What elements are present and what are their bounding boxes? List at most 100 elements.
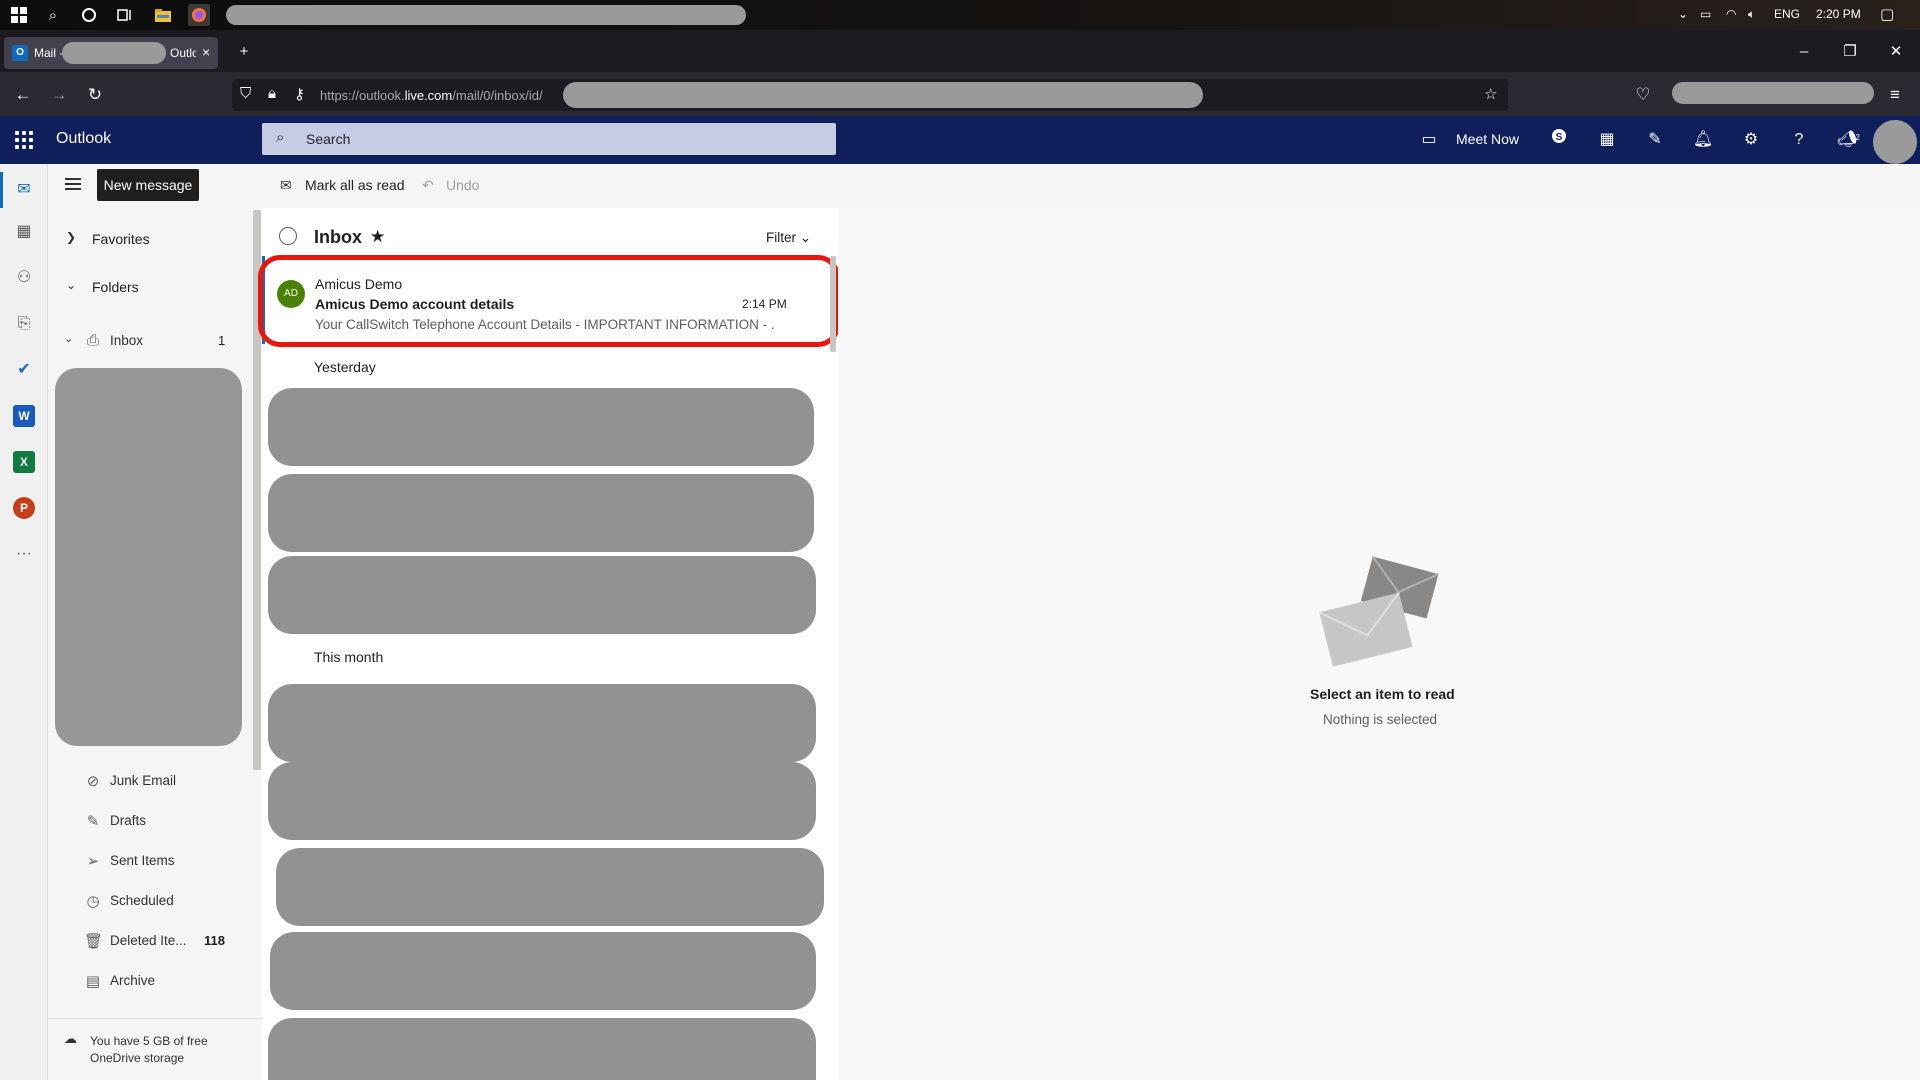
firefox-icon[interactable] [188,4,210,26]
trash-icon: 🗑︎ [84,933,104,950]
excel-icon[interactable]: X [13,451,35,473]
forward-icon[interactable]: → [48,84,70,106]
search-input[interactable]: ⌕ Search [262,123,836,155]
chevron-down-icon: ⌄ [799,230,812,245]
redacted-url [563,82,1203,108]
empty-state-title: Select an item to read [1310,686,1455,702]
windows-start-icon[interactable] [8,4,30,26]
shield-icon[interactable]: ⛉ [240,85,251,102]
undo-icon[interactable]: ↶ [422,177,434,194]
folder-drafts[interactable]: ✎ Drafts [56,804,246,838]
new-tab-button[interactable]: + [226,40,262,64]
bookmark-star-icon[interactable]: ☆ [1484,85,1497,103]
battery-icon[interactable]: ▭ [1700,7,1711,21]
chevron-up-icon[interactable]: ⌄ [1678,7,1688,21]
calendar-icon[interactable]: ▦ [12,220,36,244]
undo-button[interactable]: Undo [446,177,479,193]
folder-sent-items[interactable]: ➢ Sent Items [56,844,246,878]
redacted-folders [55,368,242,746]
word-icon[interactable]: W [13,405,35,427]
reload-icon[interactable]: ↻ [84,84,106,106]
select-all-checkbox[interactable] [279,227,297,245]
gear-icon[interactable]: ⚙ [1738,128,1764,152]
tab-close-icon[interactable]: × [202,44,210,60]
folder-inbox[interactable]: ⌄ ⎙ Inbox 1 [56,324,236,358]
tab-title-suffix: Outlo [170,46,196,60]
onedrive-storage-notice[interactable]: ☁ You have 5 GB of free OneDrive storage [48,1018,262,1080]
wifi-icon[interactable]: ◠ [1726,7,1736,21]
close-window-icon[interactable]: ✕ [1878,40,1914,64]
mail-icon[interactable]: ✉ [12,178,36,202]
back-icon[interactable]: ← [12,84,34,106]
key-icon[interactable]: ⚷ [294,85,305,103]
chevron-right-icon: ❯ [66,230,77,244]
filter-button[interactable]: Filter ⌄ [766,230,811,246]
send-icon: ➢ [86,853,100,870]
people-icon[interactable]: ⚇ [12,266,36,290]
skype-icon[interactable]: S [1546,128,1572,152]
volume-icon[interactable]: 🔈︎ [1748,7,1755,22]
minimize-icon[interactable]: – [1786,40,1822,64]
attachment-icon[interactable]: ⎘ [12,312,36,336]
folders-toggle[interactable]: ⌄ Folders [56,270,246,304]
inbox-unread-count: 1 [218,333,226,348]
hamburger-menu-icon[interactable] [62,175,84,197]
todo-icon[interactable]: ✔ [12,358,36,382]
pencil-icon: ✎ [86,813,100,830]
action-center-icon[interactable]: ▢ [1880,5,1894,23]
empty-envelopes-icon [1318,555,1442,676]
block-icon: ⊘ [86,773,100,790]
browser-menu-icon[interactable]: ≡ [1884,84,1906,106]
redacted-tab-title [62,42,166,64]
url-text[interactable]: https://outlook.live.com/mail/0/inbox/id… [320,88,543,103]
folder-archive[interactable]: ▤ Archive [56,964,246,998]
redacted-taskbar-region [226,5,746,25]
folder-deleted-items[interactable]: 🗑︎ Deleted Ite... 118 [56,924,246,958]
chevron-down-icon: ⌄ [66,278,77,292]
outlook-favicon-icon: O [12,45,28,61]
deleted-count: 118 [204,933,225,948]
browser-tab-strip [0,30,1920,72]
restore-icon[interactable]: ❐ [1832,40,1868,64]
search-icon[interactable]: ⌕ [42,4,64,26]
redacted-message [268,1018,816,1080]
more-apps-icon[interactable]: ··· [12,542,36,566]
video-camera-icon[interactable]: ▭ [1416,128,1442,152]
redacted-avatar[interactable] [1871,118,1919,166]
folder-scheduled[interactable]: ◷ Scheduled [56,884,246,918]
powerpoint-icon[interactable]: P [13,497,35,519]
lock-icon[interactable]: 🔒︎ [268,85,276,102]
cortana-icon[interactable] [78,4,100,26]
my-day-icon[interactable]: ▦ [1594,128,1620,152]
pocket-icon[interactable]: ♡ [1632,84,1654,106]
whats-new-icon[interactable]: 📣︎ 2 [1834,128,1860,152]
address-bar[interactable]: ⛉ 🔒︎ ⚷ https://outlook.live.com/mail/0/i… [232,79,1508,111]
clock[interactable]: 2:20 PM [1816,7,1861,21]
favorites-toggle[interactable]: ❯ Favorites [56,222,246,256]
redacted-message [270,932,816,1010]
meet-now-button[interactable]: Meet Now [1456,131,1519,147]
new-message-button[interactable]: New message [97,169,199,201]
redacted-message [268,684,816,762]
outlook-brand[interactable]: Outlook [56,130,111,148]
cloud-icon: ☁ [64,1031,77,1046]
language-indicator[interactable]: ENG [1774,7,1800,21]
browser-tab-outlook[interactable]: O Mail - Outlo × [4,37,218,69]
bell-icon[interactable]: 🔔︎ [1690,128,1716,152]
favorite-star-icon[interactable]: ★ [370,227,385,247]
search-icon: ⌕ [276,129,285,146]
message-list-scrollbar[interactable] [830,256,836,352]
redacted-message [268,474,814,552]
mark-all-read-button[interactable]: Mark all as read [305,177,405,193]
svg-text:S: S [1556,132,1563,143]
file-explorer-icon[interactable] [152,4,174,26]
folder-junk-email[interactable]: ⊘ Junk Email [56,764,246,798]
task-view-icon[interactable] [114,4,136,26]
app-launcher-icon[interactable] [12,128,36,152]
envelope-open-icon[interactable]: ✉ [280,177,292,194]
command-bar [262,164,1920,208]
chevron-down-icon: ⌄ [64,333,74,345]
help-icon[interactable]: ? [1786,128,1812,152]
tasks-icon[interactable]: ✎ [1642,128,1668,152]
notification-badge: 2 [1855,133,1860,142]
